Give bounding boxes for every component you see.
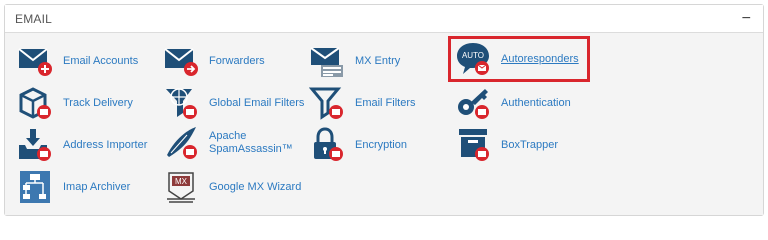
forwarders-icon bbox=[163, 43, 199, 79]
forwarders-label: Forwarders bbox=[209, 54, 265, 67]
imap-archiver-link[interactable]: Imap Archiver bbox=[17, 167, 130, 207]
track-delivery-link[interactable]: Track Delivery bbox=[17, 83, 133, 123]
email-accounts-link[interactable]: Email Accounts bbox=[17, 41, 138, 81]
google-mx-wizard-icon-text: MX bbox=[175, 177, 188, 186]
email-filters-link[interactable]: Email Filters bbox=[309, 83, 416, 123]
mx-entry-label: MX Entry bbox=[355, 54, 401, 67]
autoresponders-link[interactable]: AUTO Autoresponders bbox=[448, 36, 590, 82]
encryption-label: Encryption bbox=[355, 138, 407, 151]
mx-entry-link[interactable]: MX Entry bbox=[309, 41, 400, 81]
mx-entry-icon bbox=[309, 43, 345, 79]
email-filters-label: Email Filters bbox=[355, 96, 416, 109]
imap-archiver-icon bbox=[17, 169, 53, 205]
boxtrapper-icon bbox=[455, 127, 491, 163]
global-email-filters-icon bbox=[163, 85, 199, 121]
email-section-panel: EMAIL − Email Accounts Forwarders MX Ent… bbox=[4, 4, 764, 216]
forwarders-link[interactable]: Forwarders bbox=[163, 41, 265, 81]
global-email-filters-label: Global Email Filters bbox=[209, 96, 305, 109]
email-tools-grid: Email Accounts Forwarders MX Entry AUTO … bbox=[5, 33, 763, 215]
global-email-filters-link[interactable]: Global Email Filters bbox=[163, 83, 304, 123]
email-accounts-icon bbox=[17, 43, 53, 79]
email-accounts-label: Email Accounts bbox=[63, 54, 139, 67]
track-delivery-icon bbox=[17, 85, 53, 121]
authentication-label: Authentication bbox=[501, 96, 571, 109]
spamassassin-icon bbox=[163, 125, 199, 161]
autoresponders-icon: AUTO bbox=[455, 41, 491, 77]
address-importer-label: Address Importer bbox=[63, 138, 148, 151]
boxtrapper-link[interactable]: BoxTrapper bbox=[455, 125, 558, 165]
collapse-button[interactable]: − bbox=[740, 10, 753, 27]
spamassassin-label: Apache SpamAssassin™ bbox=[209, 130, 293, 155]
authentication-link[interactable]: Authentication bbox=[455, 83, 571, 123]
track-delivery-label: Track Delivery bbox=[63, 96, 133, 109]
imap-archiver-label: Imap Archiver bbox=[63, 180, 131, 193]
boxtrapper-label: BoxTrapper bbox=[501, 138, 559, 151]
google-mx-wizard-label: Google MX Wizard bbox=[209, 180, 302, 193]
section-title: EMAIL bbox=[15, 11, 53, 26]
authentication-icon bbox=[455, 85, 491, 121]
email-filters-icon bbox=[309, 85, 345, 121]
encryption-link[interactable]: Encryption bbox=[309, 125, 407, 165]
address-importer-icon bbox=[17, 127, 53, 163]
encryption-icon bbox=[309, 127, 345, 163]
autoresponders-icon-text: AUTO bbox=[462, 51, 484, 60]
google-mx-wizard-link[interactable]: MX Google MX Wizard bbox=[163, 167, 301, 207]
spamassassin-link[interactable]: Apache SpamAssassin™ bbox=[163, 123, 293, 163]
address-importer-link[interactable]: Address Importer bbox=[17, 125, 147, 165]
autoresponders-label: Autoresponders bbox=[501, 52, 579, 65]
google-mx-wizard-icon: MX bbox=[163, 169, 199, 205]
email-section-header[interactable]: EMAIL − bbox=[5, 5, 763, 33]
